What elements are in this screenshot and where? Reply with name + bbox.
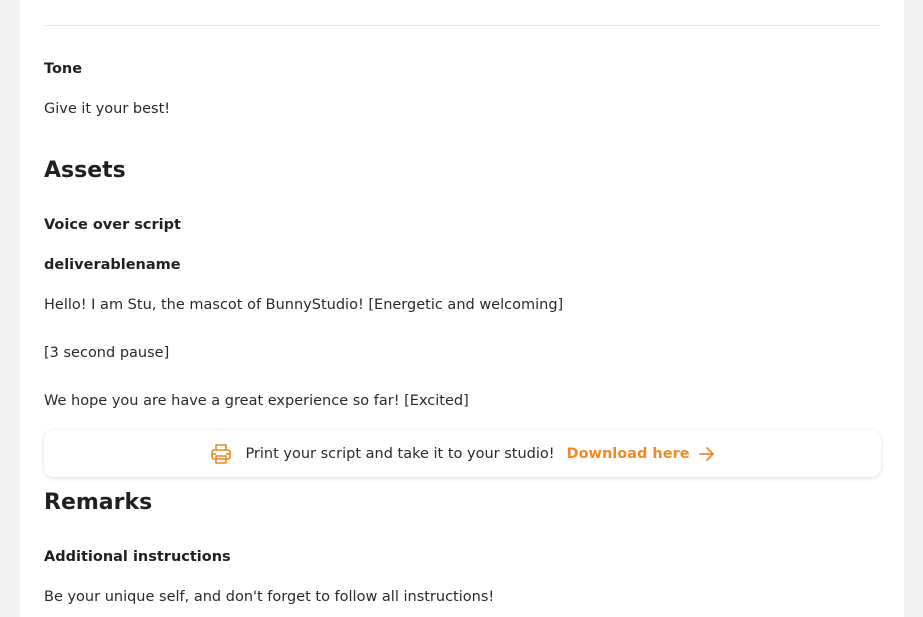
remarks-heading: Remarks bbox=[44, 490, 153, 515]
assets-heading: Assets bbox=[44, 158, 126, 183]
voice-over-script-label: Voice over script bbox=[44, 217, 181, 233]
section-divider bbox=[44, 25, 881, 26]
banner-text: Print your script and take it to your st… bbox=[245, 445, 555, 462]
printer-icon bbox=[211, 443, 232, 464]
tone-label: Tone bbox=[44, 61, 83, 77]
arrow-right-icon bbox=[698, 446, 714, 461]
tone-value: Give it your best! bbox=[44, 101, 171, 117]
additional-instructions-label: Additional instructions bbox=[44, 549, 231, 565]
content-panel: Tone Give it your best! Assets Voice ove… bbox=[20, 0, 904, 617]
print-script-banner: Print your script and take it to your st… bbox=[44, 430, 881, 477]
script-line: We hope you are have a great experience … bbox=[44, 393, 469, 409]
additional-instructions-value: Be your unique self, and don't forget to… bbox=[44, 589, 495, 605]
download-link[interactable]: Download here bbox=[567, 445, 716, 463]
deliverable-name-label: deliverablename bbox=[44, 257, 181, 273]
script-line: Hello! I am Stu, the mascot of BunnyStud… bbox=[44, 297, 564, 313]
script-line: [3 second pause] bbox=[44, 345, 170, 361]
download-link-label: Download here bbox=[566, 445, 690, 462]
